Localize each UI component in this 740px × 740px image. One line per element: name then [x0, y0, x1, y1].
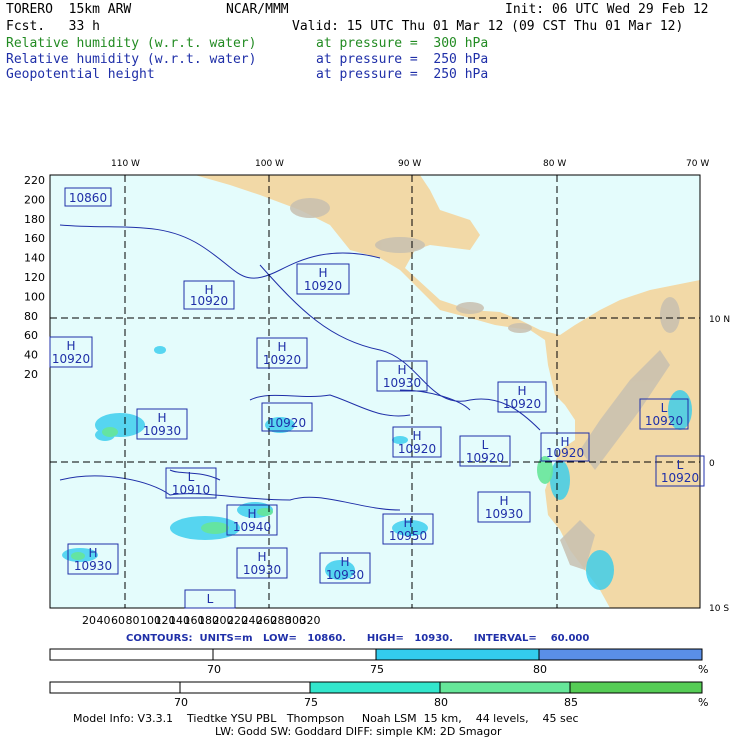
field-name-2: Relative humidity (w.r.t. water) [6, 52, 257, 67]
colorbar1-label-80: 80 [533, 663, 547, 676]
center-value: 10930 [243, 563, 281, 577]
colorbar1-seg-75 [375, 648, 540, 661]
center-letter: H [412, 429, 421, 443]
center-letter: H [257, 550, 266, 564]
y-tick-label: 120 [24, 271, 45, 284]
colorbar1-seg-80 [538, 648, 703, 661]
y-tick-label: 220 [24, 174, 45, 187]
field-name-1: Relative humidity (w.r.t. water) [6, 36, 257, 51]
colorbar2-seg-80 [439, 681, 571, 694]
center-value: 10930 [74, 559, 112, 573]
center-value: 10920 [398, 442, 436, 456]
field-level-2: at pressure = 250 hPa [316, 52, 489, 67]
center-value: 10920 [466, 451, 504, 465]
field-level-3: at pressure = 250 hPa [316, 67, 489, 82]
center-letter: H [88, 546, 97, 560]
lat-label: 0 [709, 459, 715, 469]
colorbar1-label-70: 70 [207, 663, 221, 676]
colorbar2-label-75: 75 [304, 696, 318, 709]
colorbar1-label-unit: % [698, 663, 708, 676]
center-value: 10920 [263, 353, 301, 367]
model-title: TORERO 15km ARW [6, 2, 132, 17]
center-letter: H [397, 363, 406, 377]
center-value: 10930 [143, 424, 181, 438]
colorbar1-label-75: 75 [370, 663, 384, 676]
y-tick-label: 180 [24, 213, 45, 226]
physics-info: LW: Godd SW: Goddard DIFF: simple KM: 2D… [215, 725, 502, 738]
center-letter: L [482, 438, 489, 452]
center-value: 10920 [304, 279, 342, 293]
lat-label: 10 N [709, 315, 730, 325]
colorbar2-label-70: 70 [174, 696, 188, 709]
x-tick-label: 320 [300, 614, 321, 627]
colorbar1-seg-blank-b [212, 648, 377, 661]
center-value: 10950 [389, 529, 427, 543]
x-tick-label: 20 [82, 614, 96, 627]
center-value: 10930 [485, 507, 523, 521]
center-value: 10920 [503, 397, 541, 411]
lon-label: 80 W [543, 159, 566, 169]
field-level-1: at pressure = 300 hPa [316, 36, 489, 51]
colorbar2-label-85: 85 [564, 696, 578, 709]
lon-label: 110 W [111, 159, 140, 169]
colorbar2-seg-blank-a [49, 681, 181, 694]
center-letter: H [340, 555, 349, 569]
colorbar2-seg-blank-b [179, 681, 311, 694]
model-info: Model Info: V3.3.1 Tiedtke YSU PBL Thomp… [73, 712, 579, 725]
center-value: 10920 [52, 352, 90, 366]
lon-label: 90 W [398, 159, 421, 169]
center-value: 10860 [69, 191, 107, 205]
contours-info: CONTOURS: UNITS=m LOW= 10860. HIGH= 1093… [126, 633, 590, 644]
center-value: 10920 [546, 446, 584, 460]
colorbar1-seg-blank-a [49, 648, 214, 661]
colorbar2-label-unit: % [698, 696, 708, 709]
center-letter: L [207, 592, 214, 606]
lon-label: 70 W [686, 159, 709, 169]
forecast-hour: Fcst. 33 h [6, 19, 100, 34]
y-tick-label: 80 [24, 310, 38, 323]
center-letter: H [318, 266, 327, 280]
org-label: NCAR/MMM [226, 2, 289, 17]
center-value: 10930 [383, 376, 421, 390]
colorbar-300hpa: 70 75 80 85 % [49, 681, 708, 709]
lon-label: 100 W [255, 159, 284, 169]
lat-label: 10 S [709, 604, 729, 614]
center-value: 10920 [190, 294, 228, 308]
weather-map: 110 W 100 W 90 W 80 W 70 W 10 N 0 10 S 220 200 1… [0, 150, 740, 630]
center-letter: H [517, 384, 526, 398]
center-letter: H [247, 507, 256, 521]
center-value: 10930 [326, 568, 364, 582]
center-value: 10920 [661, 471, 699, 485]
x-tick-label: 40 [97, 614, 111, 627]
center-value: 10920 [268, 416, 306, 430]
center-value: 10910 [172, 483, 210, 497]
y-tick-label: 40 [24, 349, 38, 362]
center-letter: H [499, 494, 508, 508]
init-time: Init: 06 UTC Wed 29 Feb 12 [505, 2, 709, 17]
center-letter: H [66, 339, 75, 353]
center-letter: L [188, 470, 195, 484]
y-tick-label: 20 [24, 368, 38, 381]
center-value: 10920 [645, 414, 683, 428]
center-letter: H [157, 411, 166, 425]
center-letter: L [677, 458, 684, 472]
y-tick-label: 140 [24, 252, 45, 265]
colorbar2-label-80: 80 [434, 696, 448, 709]
field-name-3: Geopotential height [6, 67, 155, 82]
x-tick-label: 60 [111, 614, 125, 627]
center-letter: H [403, 516, 412, 530]
colorbar2-seg-85 [569, 681, 703, 694]
valid-time: Valid: 15 UTC Thu 01 Mar 12 (09 CST Thu … [292, 19, 684, 34]
y-tick-label: 60 [24, 329, 38, 342]
center-letter: L [661, 401, 668, 415]
y-tick-label: 100 [24, 290, 45, 303]
y-tick-label: 160 [24, 232, 45, 245]
center-value: 10940 [233, 520, 271, 534]
x-tick-label: 80 [126, 614, 140, 627]
center-letter: H [277, 340, 286, 354]
colorbar-250hpa: 70 75 80 % [49, 648, 708, 676]
y-tick-label: 200 [24, 193, 45, 206]
colorbar2-seg-75 [309, 681, 441, 694]
